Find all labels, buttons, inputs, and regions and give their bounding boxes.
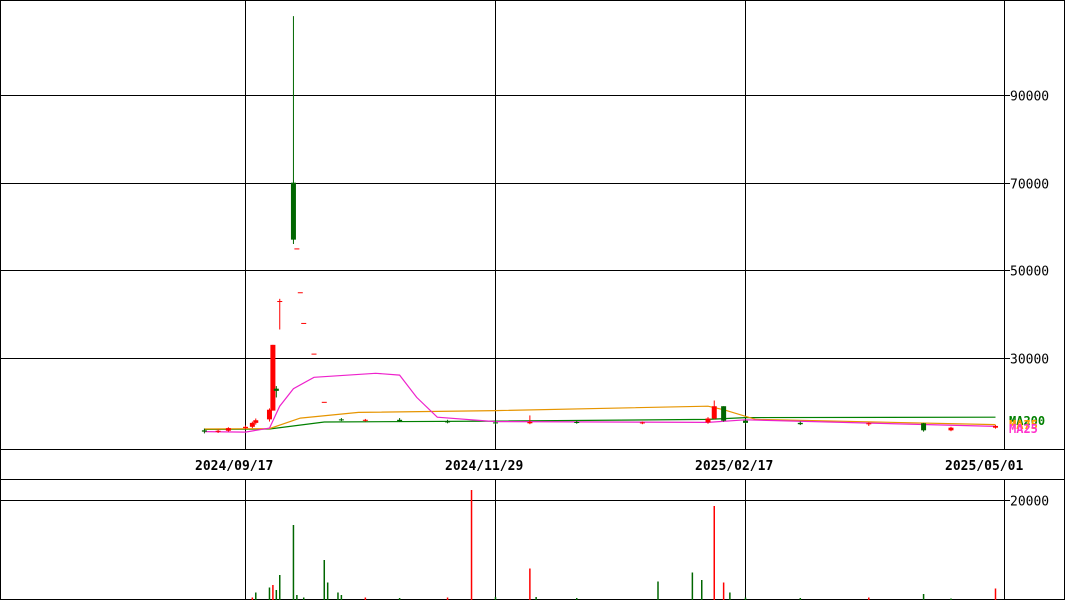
candle-body bbox=[639, 422, 645, 424]
candle-body bbox=[243, 426, 248, 429]
stock-chart: 30000500007000090000 MA200 MA75 MA25 202… bbox=[0, 0, 1065, 600]
date-axis-frame bbox=[0, 449, 1065, 480]
legend-ma25: MA25 bbox=[1009, 422, 1038, 436]
date-axis: 2024/09/17 2024/11/29 2025/02/17 2025/05… bbox=[0, 449, 1065, 480]
volume-y-ticks: 20000 bbox=[1004, 495, 1049, 510]
candle-body bbox=[797, 422, 803, 425]
candle-body bbox=[948, 427, 954, 431]
candle-body bbox=[721, 406, 727, 421]
candle-body bbox=[574, 421, 580, 423]
x-tick-label-3: 2025/02/17 bbox=[695, 459, 773, 474]
candle-body bbox=[266, 409, 272, 420]
candle-body bbox=[249, 422, 255, 427]
candle-body bbox=[277, 301, 283, 303]
candle-2024-10-10 bbox=[321, 401, 327, 403]
x-tick-label-2: 2024/11/29 bbox=[445, 459, 523, 474]
y-tick-label-1: 30000 bbox=[1010, 353, 1049, 368]
x-tick-label-4: 2025/05/01 bbox=[945, 459, 1023, 474]
candle-body bbox=[311, 353, 317, 355]
candle-body bbox=[338, 419, 344, 421]
candle-body bbox=[705, 418, 711, 423]
price-panel-frame bbox=[0, 0, 1065, 450]
price-panel: 30000500007000090000 MA200 MA75 MA25 bbox=[0, 0, 1065, 450]
candle-body bbox=[866, 423, 872, 425]
candle-body bbox=[921, 423, 927, 431]
candle-body bbox=[201, 430, 207, 432]
candle-body bbox=[253, 420, 259, 423]
x-tick-label-1: 2024/09/17 bbox=[195, 459, 273, 474]
candle-body bbox=[321, 401, 327, 403]
candle-body bbox=[493, 422, 498, 424]
candle-2024-10-02 bbox=[294, 248, 300, 250]
candle-body bbox=[993, 425, 998, 428]
y-tick-label-4: 90000 bbox=[1010, 90, 1049, 105]
volume-panel-frame bbox=[0, 479, 1065, 600]
candle-2024-10-04 bbox=[301, 322, 307, 324]
candle-body bbox=[527, 421, 533, 424]
candle-2024-10-07 bbox=[311, 353, 317, 355]
y-tick-label-3: 70000 bbox=[1010, 178, 1049, 193]
candle-2024-10-03 bbox=[297, 292, 303, 294]
candle-2025-02-10 bbox=[721, 406, 727, 422]
candle-body bbox=[297, 292, 303, 294]
candle-2024-09-25 bbox=[270, 344, 276, 411]
candle-body bbox=[445, 421, 451, 423]
candle-body bbox=[362, 419, 368, 421]
candle-body bbox=[290, 182, 296, 240]
candle-2025-04-10 bbox=[921, 422, 927, 432]
volume-panel: 20000 bbox=[0, 479, 1065, 600]
candle-body bbox=[711, 406, 717, 419]
candle-body bbox=[273, 388, 279, 391]
candle-body bbox=[294, 248, 300, 250]
candle-body bbox=[301, 322, 307, 324]
candle-body bbox=[270, 344, 276, 411]
volume-y-tick-label-1: 20000 bbox=[1010, 495, 1049, 510]
y-tick-label-2: 50000 bbox=[1010, 265, 1049, 280]
candle-body bbox=[225, 428, 231, 431]
candle-body bbox=[215, 430, 221, 432]
candle-body bbox=[743, 420, 748, 423]
candle-body bbox=[397, 419, 403, 422]
